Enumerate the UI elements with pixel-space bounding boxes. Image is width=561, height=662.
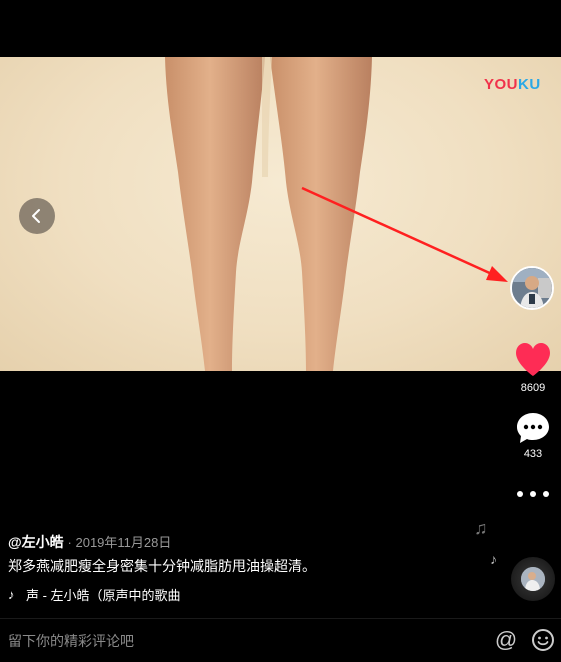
music-note-icon: ♫ xyxy=(474,518,488,538)
youku-watermark: YOUKU xyxy=(484,76,541,93)
video-player[interactable]: YOUKU xyxy=(0,57,561,371)
post-date: · 2019年11月28日 xyxy=(67,535,172,550)
previous-button[interactable] xyxy=(19,198,55,234)
comment-count: 433 xyxy=(523,448,543,460)
music-disc-button[interactable] xyxy=(511,557,555,601)
music-note-icon: ♪ xyxy=(490,551,497,567)
more-options-button[interactable] xyxy=(517,488,549,500)
video-frame xyxy=(165,57,372,371)
disc-cover-image xyxy=(521,567,545,591)
like-button[interactable] xyxy=(514,342,552,378)
comment-button[interactable] xyxy=(515,411,551,445)
emoji-button[interactable] xyxy=(531,628,555,652)
chevron-left-icon xyxy=(32,209,40,223)
watermark-you: YOU xyxy=(484,76,519,93)
music-title: 声 - 左小皓（原声中的歌曲 xyxy=(26,587,181,603)
tiktok-note-icon: ♪ xyxy=(8,586,15,602)
author-name[interactable]: @左小皓 xyxy=(8,534,64,550)
mention-button[interactable]: @ xyxy=(494,627,518,653)
like-count: 8609 xyxy=(520,382,546,394)
comment-bubble-icon xyxy=(517,413,549,443)
post-author-line: @左小皓 · 2019年11月28日 xyxy=(8,532,171,552)
comment-bar: @ xyxy=(0,618,561,662)
heart-icon xyxy=(516,343,550,376)
smiley-icon xyxy=(532,629,554,651)
comment-input[interactable] xyxy=(8,629,478,653)
creator-avatar[interactable] xyxy=(510,266,554,310)
post-caption: 郑多燕减肥瘦全身密集十分钟减脂肪甩油操超清。 xyxy=(8,558,316,574)
dot-icon xyxy=(517,491,523,497)
dot-icon xyxy=(530,491,536,497)
dot-icon xyxy=(543,491,549,497)
music-track[interactable]: ♪ 声 - 左小皓（原声中的歌曲 xyxy=(8,584,188,604)
watermark-ku: KU xyxy=(518,76,541,93)
